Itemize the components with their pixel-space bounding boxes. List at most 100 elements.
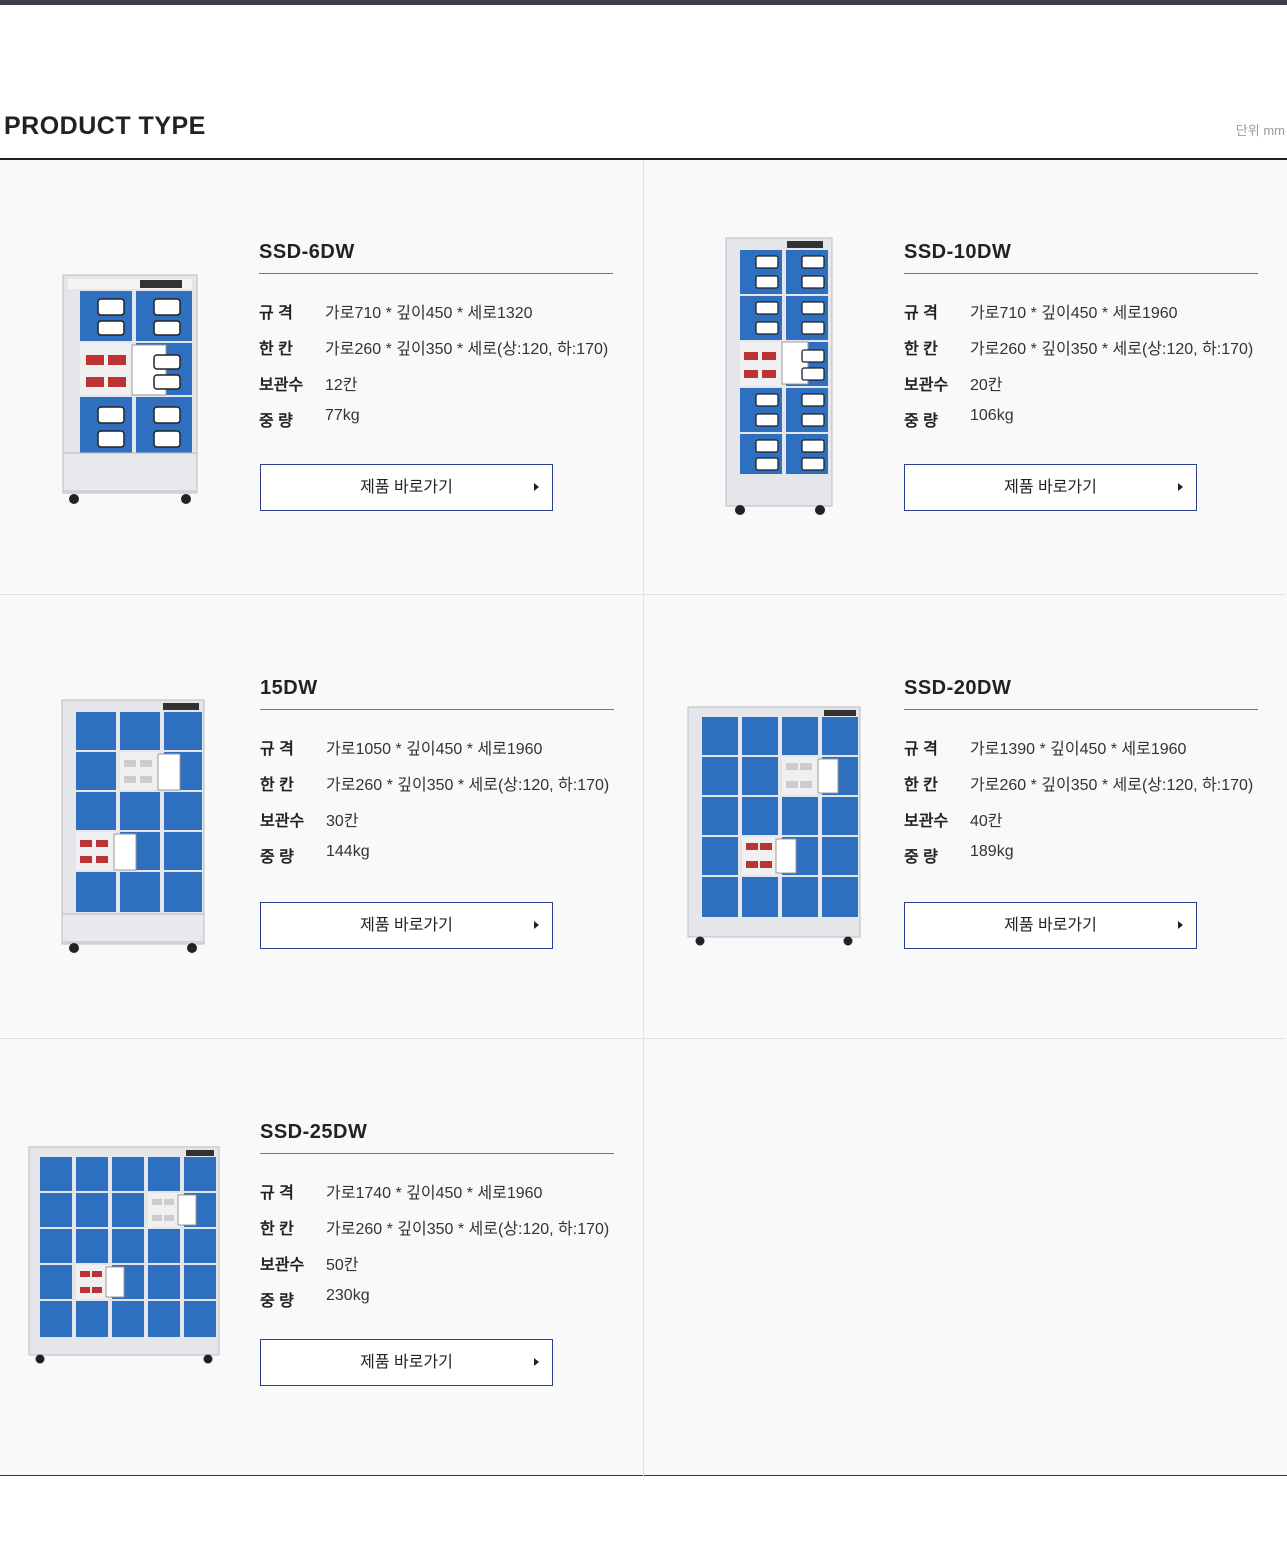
spec-row: 규 격 가로710 * 깊이450 * 세로1960 xyxy=(904,299,1264,335)
unit-note: 단위 mm xyxy=(1235,123,1285,138)
product-info: 15DW 규 격 가로1050 * 깊이450 * 세로1960 한 칸 가로260… xyxy=(260,677,620,879)
weight-row: 중 량 106kg xyxy=(904,407,1264,443)
button-label: 제품 바로가기 xyxy=(1004,917,1097,934)
weight-value: 230kg xyxy=(326,1287,370,1304)
product-model: SSD-20DW xyxy=(904,677,1258,710)
storage-row: 보관수 40칸 xyxy=(904,807,1264,843)
cell-label: 한 칸 xyxy=(904,341,938,358)
weight-label: 중 량 xyxy=(904,849,938,866)
spec-value: 가로710 * 깊이450 * 세로1960 xyxy=(970,305,1178,322)
arrow-right-icon xyxy=(534,921,539,929)
weight-label: 중 량 xyxy=(904,413,938,430)
top-bar xyxy=(0,0,1287,5)
storage-value: 20칸 xyxy=(970,377,1003,394)
product-info: SSD-10DW 규 격 가로710 * 깊이450 * 세로1960 한 칸 가로… xyxy=(904,241,1264,443)
storage-label: 보관수 xyxy=(904,377,949,394)
spec-row: 규 격 가로1740 * 깊이450 * 세로1960 xyxy=(260,1179,620,1215)
spec-label: 규 격 xyxy=(260,1185,294,1202)
product-image xyxy=(58,698,208,956)
spec-label: 규 격 xyxy=(904,741,938,758)
product-card: SSD-10DW 규 격 가로710 * 깊이450 * 세로1960 한 칸 가로… xyxy=(643,160,1286,595)
storage-row: 보관수 12칸 xyxy=(259,371,619,407)
spec-value: 가로1050 * 깊이450 * 세로1960 xyxy=(326,741,543,758)
spec-label: 규 격 xyxy=(259,305,293,322)
cell-row: 한 칸 가로260 * 깊이350 * 세로(상:120, 하:170) xyxy=(904,771,1264,807)
weight-label: 중 량 xyxy=(259,413,293,430)
cell-label: 한 칸 xyxy=(904,777,938,794)
arrow-right-icon xyxy=(534,1358,539,1366)
button-label: 제품 바로가기 xyxy=(1004,479,1097,496)
product-card: 15DW 규 격 가로1050 * 깊이450 * 세로1960 한 칸 가로260… xyxy=(0,595,643,1039)
product-image xyxy=(722,236,837,516)
cell-label: 한 칸 xyxy=(260,1221,294,1238)
product-link-button[interactable]: 제품 바로가기 xyxy=(260,1339,553,1386)
product-link-button[interactable]: 제품 바로가기 xyxy=(260,464,553,511)
storage-label: 보관수 xyxy=(260,813,305,830)
page-title: PRODUCT TYPE xyxy=(4,112,206,140)
product-image xyxy=(26,1145,222,1367)
cell-row: 한 칸 가로260 * 깊이350 * 세로(상:120, 하:170) xyxy=(259,335,619,371)
product-card: SSD-6DW 규 격 가로710 * 깊이450 * 세로1320 한 칸 가로2… xyxy=(0,160,643,595)
product-link-button[interactable]: 제품 바로가기 xyxy=(260,902,553,949)
product-link-button[interactable]: 제품 바로가기 xyxy=(904,464,1197,511)
product-model: SSD-6DW xyxy=(259,241,613,274)
button-label: 제품 바로가기 xyxy=(360,917,453,934)
storage-value: 12칸 xyxy=(325,377,358,394)
product-info: SSD-6DW 규 격 가로710 * 깊이450 * 세로1320 한 칸 가로2… xyxy=(259,241,619,443)
cell-label: 한 칸 xyxy=(260,777,294,794)
cell-value: 가로260 * 깊이350 * 세로(상:120, 하:170) xyxy=(326,777,610,794)
weight-value: 144kg xyxy=(326,843,370,860)
weight-row: 중 량 230kg xyxy=(260,1287,620,1323)
product-model: 15DW xyxy=(260,677,614,710)
spec-row: 규 격 가로1050 * 깊이450 * 세로1960 xyxy=(260,735,620,771)
spec-row: 규 격 가로710 * 깊이450 * 세로1320 xyxy=(259,299,619,335)
storage-label: 보관수 xyxy=(259,377,304,394)
weight-value: 106kg xyxy=(970,407,1014,424)
storage-value: 50칸 xyxy=(326,1257,359,1274)
spec-row: 규 격 가로1390 * 깊이450 * 세로1960 xyxy=(904,735,1264,771)
arrow-right-icon xyxy=(534,483,539,491)
weight-value: 77kg xyxy=(325,407,360,424)
spec-value: 가로710 * 깊이450 * 세로1320 xyxy=(325,305,533,322)
storage-label: 보관수 xyxy=(904,813,949,830)
storage-row: 보관수 50칸 xyxy=(260,1251,620,1287)
cell-value: 가로260 * 깊이350 * 세로(상:120, 하:170) xyxy=(325,341,609,358)
weight-label: 중 량 xyxy=(260,1293,294,1310)
spec-value: 가로1740 * 깊이450 * 세로1960 xyxy=(326,1185,543,1202)
product-model: SSD-25DW xyxy=(260,1121,614,1154)
storage-row: 보관수 20칸 xyxy=(904,371,1264,407)
product-card: SSD-20DW 규 격 가로1390 * 깊이450 * 세로1960 한 칸 가… xyxy=(643,595,1286,1039)
cell-value: 가로260 * 깊이350 * 세로(상:120, 하:170) xyxy=(970,341,1254,358)
product-info: SSD-25DW 규 격 가로1740 * 깊이450 * 세로1960 한 칸 가… xyxy=(260,1121,620,1323)
arrow-right-icon xyxy=(1178,483,1183,491)
cell-row: 한 칸 가로260 * 깊이350 * 세로(상:120, 하:170) xyxy=(904,335,1264,371)
storage-row: 보관수 30칸 xyxy=(260,807,620,843)
weight-row: 중 량 77kg xyxy=(259,407,619,443)
spec-label: 규 격 xyxy=(260,741,294,758)
storage-value: 30칸 xyxy=(326,813,359,830)
product-image xyxy=(60,273,200,508)
cell-label: 한 칸 xyxy=(259,341,293,358)
cell-row: 한 칸 가로260 * 깊이350 * 세로(상:120, 하:170) xyxy=(260,771,620,807)
empty-card xyxy=(643,1039,1286,1476)
button-label: 제품 바로가기 xyxy=(360,1354,453,1371)
weight-row: 중 량 189kg xyxy=(904,843,1264,879)
cell-value: 가로260 * 깊이350 * 세로(상:120, 하:170) xyxy=(970,777,1254,794)
product-image xyxy=(686,705,864,950)
product-info: SSD-20DW 규 격 가로1390 * 깊이450 * 세로1960 한 칸 가… xyxy=(904,677,1264,879)
section-header: PRODUCT TYPE 단위 mm xyxy=(0,100,1287,160)
storage-value: 40칸 xyxy=(970,813,1003,830)
product-link-button[interactable]: 제품 바로가기 xyxy=(904,902,1197,949)
cell-row: 한 칸 가로260 * 깊이350 * 세로(상:120, 하:170) xyxy=(260,1215,620,1251)
weight-label: 중 량 xyxy=(260,849,294,866)
weight-row: 중 량 144kg xyxy=(260,843,620,879)
weight-value: 189kg xyxy=(970,843,1014,860)
arrow-right-icon xyxy=(1178,921,1183,929)
cell-value: 가로260 * 깊이350 * 세로(상:120, 하:170) xyxy=(326,1221,610,1238)
spec-label: 규 격 xyxy=(904,305,938,322)
product-model: SSD-10DW xyxy=(904,241,1258,274)
button-label: 제품 바로가기 xyxy=(360,479,453,496)
product-grid: SSD-6DW 규 격 가로710 * 깊이450 * 세로1320 한 칸 가로2… xyxy=(0,160,1287,1476)
product-card: SSD-25DW 규 격 가로1740 * 깊이450 * 세로1960 한 칸 가… xyxy=(0,1039,643,1476)
storage-label: 보관수 xyxy=(260,1257,305,1274)
